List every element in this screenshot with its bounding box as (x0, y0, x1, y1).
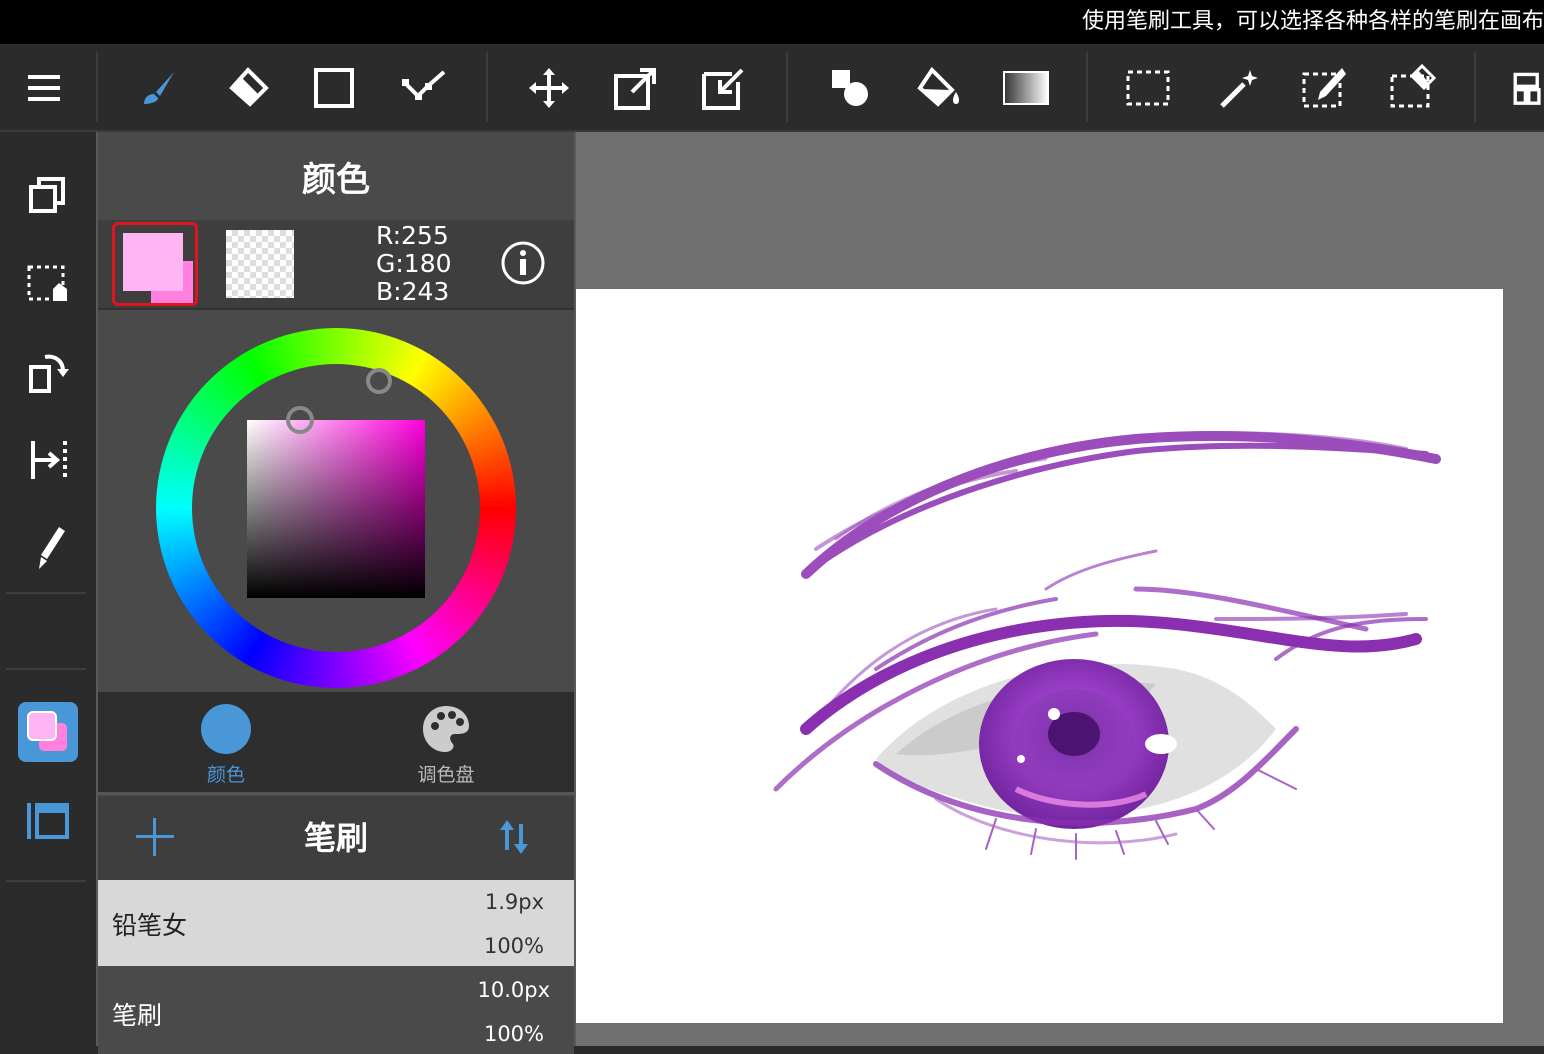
saturation-handle[interactable] (286, 406, 314, 434)
select-pen-button[interactable] (1296, 60, 1352, 116)
brush-tool-button[interactable] (130, 60, 186, 116)
color-swatch-button[interactable] (18, 702, 78, 762)
select-tool-button[interactable] (1120, 60, 1176, 116)
main-toolbar (0, 44, 1544, 132)
rgb-readout: R:255 G:180 B:243 (376, 222, 452, 306)
rectangle-icon (314, 68, 354, 108)
shape-tool-button[interactable] (306, 60, 362, 116)
dashed-rect-icon (1126, 70, 1170, 106)
layers-button[interactable] (18, 166, 78, 226)
green-value: G:180 (376, 249, 452, 278)
plus-icon (136, 818, 174, 856)
panel-toggle-button[interactable] (18, 790, 78, 850)
sort-brush-button[interactable] (494, 814, 534, 860)
eye-drawing (773, 430, 1441, 860)
snap-ruler-icon (31, 441, 67, 479)
move-tool-button[interactable] (521, 60, 577, 116)
brush-icon (144, 72, 174, 104)
top-hint-bar: 使用笔刷工具，可以选择各种各样的笔刷在画布 (0, 0, 1544, 44)
transform-tool-button[interactable] (608, 60, 664, 116)
brush-size: 10.0px (477, 978, 550, 1002)
saturation-value-square[interactable] (247, 420, 425, 598)
rotate-icon (29, 354, 69, 393)
drawing-canvas[interactable] (576, 289, 1503, 1023)
blue-value: B:243 (376, 277, 450, 306)
layer-settings-button[interactable] (1500, 60, 1544, 116)
brush-panel-header: 笔刷 (98, 796, 574, 880)
color-info-button[interactable] (500, 240, 546, 286)
gradient-icon (1003, 71, 1049, 105)
line-tool-button[interactable] (396, 60, 452, 116)
paint-bucket-icon (917, 66, 959, 107)
brush-name: 笔刷 (112, 1001, 163, 1030)
brush-name: 铅笔女 (112, 911, 188, 940)
shapes-icon (832, 70, 868, 106)
select-eraser-icon (1390, 63, 1437, 108)
brush-opacity: 100% (483, 1022, 544, 1046)
transform-in-button[interactable] (696, 60, 752, 116)
tab-color[interactable]: 颜色 (168, 700, 284, 790)
tab-color-label: 颜色 (206, 764, 245, 786)
select-pen-icon (1302, 68, 1346, 108)
bucket-tool-button[interactable] (910, 60, 966, 116)
move-arrows-icon (529, 68, 569, 108)
palette-icon (423, 706, 469, 752)
pen-icon (39, 527, 65, 569)
hamburger-icon (28, 75, 60, 101)
color-swatch-icon (27, 711, 67, 751)
transform-out-icon (614, 68, 656, 110)
color-panel-title: 颜色 (98, 132, 574, 220)
primary-color-slot[interactable] (112, 222, 198, 306)
add-brush-button[interactable] (132, 814, 178, 860)
left-toolbar (0, 132, 96, 1046)
select-eraser-button[interactable] (1384, 60, 1440, 116)
magic-wand-icon (1220, 70, 1258, 108)
tab-palette[interactable]: 调色盘 (388, 700, 504, 790)
panel-toggle-icon (27, 803, 69, 839)
color-info-row: R:255 G:180 B:243 (98, 220, 574, 310)
layer-settings-icon (1513, 72, 1541, 105)
layers-icon (29, 177, 65, 213)
menu-button[interactable] (16, 60, 72, 116)
hint-text: 使用笔刷工具，可以选择各种各样的笔刷在画布 (1081, 9, 1544, 34)
gradient-tool-button[interactable] (998, 60, 1054, 116)
info-icon (501, 241, 545, 285)
color-mode-tabs: 颜色 调色盘 (98, 692, 574, 795)
hue-handle[interactable] (366, 368, 392, 394)
selection-layer-button[interactable] (18, 254, 78, 314)
brush-opacity: 100% (483, 934, 544, 958)
sort-arrows-icon (500, 820, 528, 854)
side-panel: 颜色 R:255 G:180 B:243 颜色 调色盘 笔刷 铅笔女 1.9px… (96, 132, 576, 1054)
color-wheel-area (98, 310, 574, 692)
primary-color-swatch (123, 233, 183, 291)
fill-shape-button[interactable] (822, 60, 878, 116)
snap-button[interactable] (18, 430, 78, 490)
brush-item-2[interactable]: 笔刷 10.0px 100% (98, 968, 574, 1054)
rotate-button[interactable] (18, 342, 78, 402)
brush-item-1[interactable]: 铅笔女 1.9px 100% (98, 880, 574, 966)
eraser-tool-button[interactable] (218, 60, 274, 116)
selection-layer-icon (27, 265, 67, 301)
magic-wand-button[interactable] (1210, 60, 1266, 116)
circle-icon (201, 704, 251, 754)
red-value: R:255 (376, 221, 449, 250)
polyline-icon (402, 70, 446, 100)
tab-palette-label: 调色盘 (417, 764, 475, 786)
eraser-icon (229, 67, 269, 107)
transform-in-icon (702, 68, 744, 110)
brush-size: 1.9px (484, 890, 544, 914)
transparent-color-slot[interactable] (226, 230, 294, 298)
pen-settings-button[interactable] (18, 518, 78, 578)
